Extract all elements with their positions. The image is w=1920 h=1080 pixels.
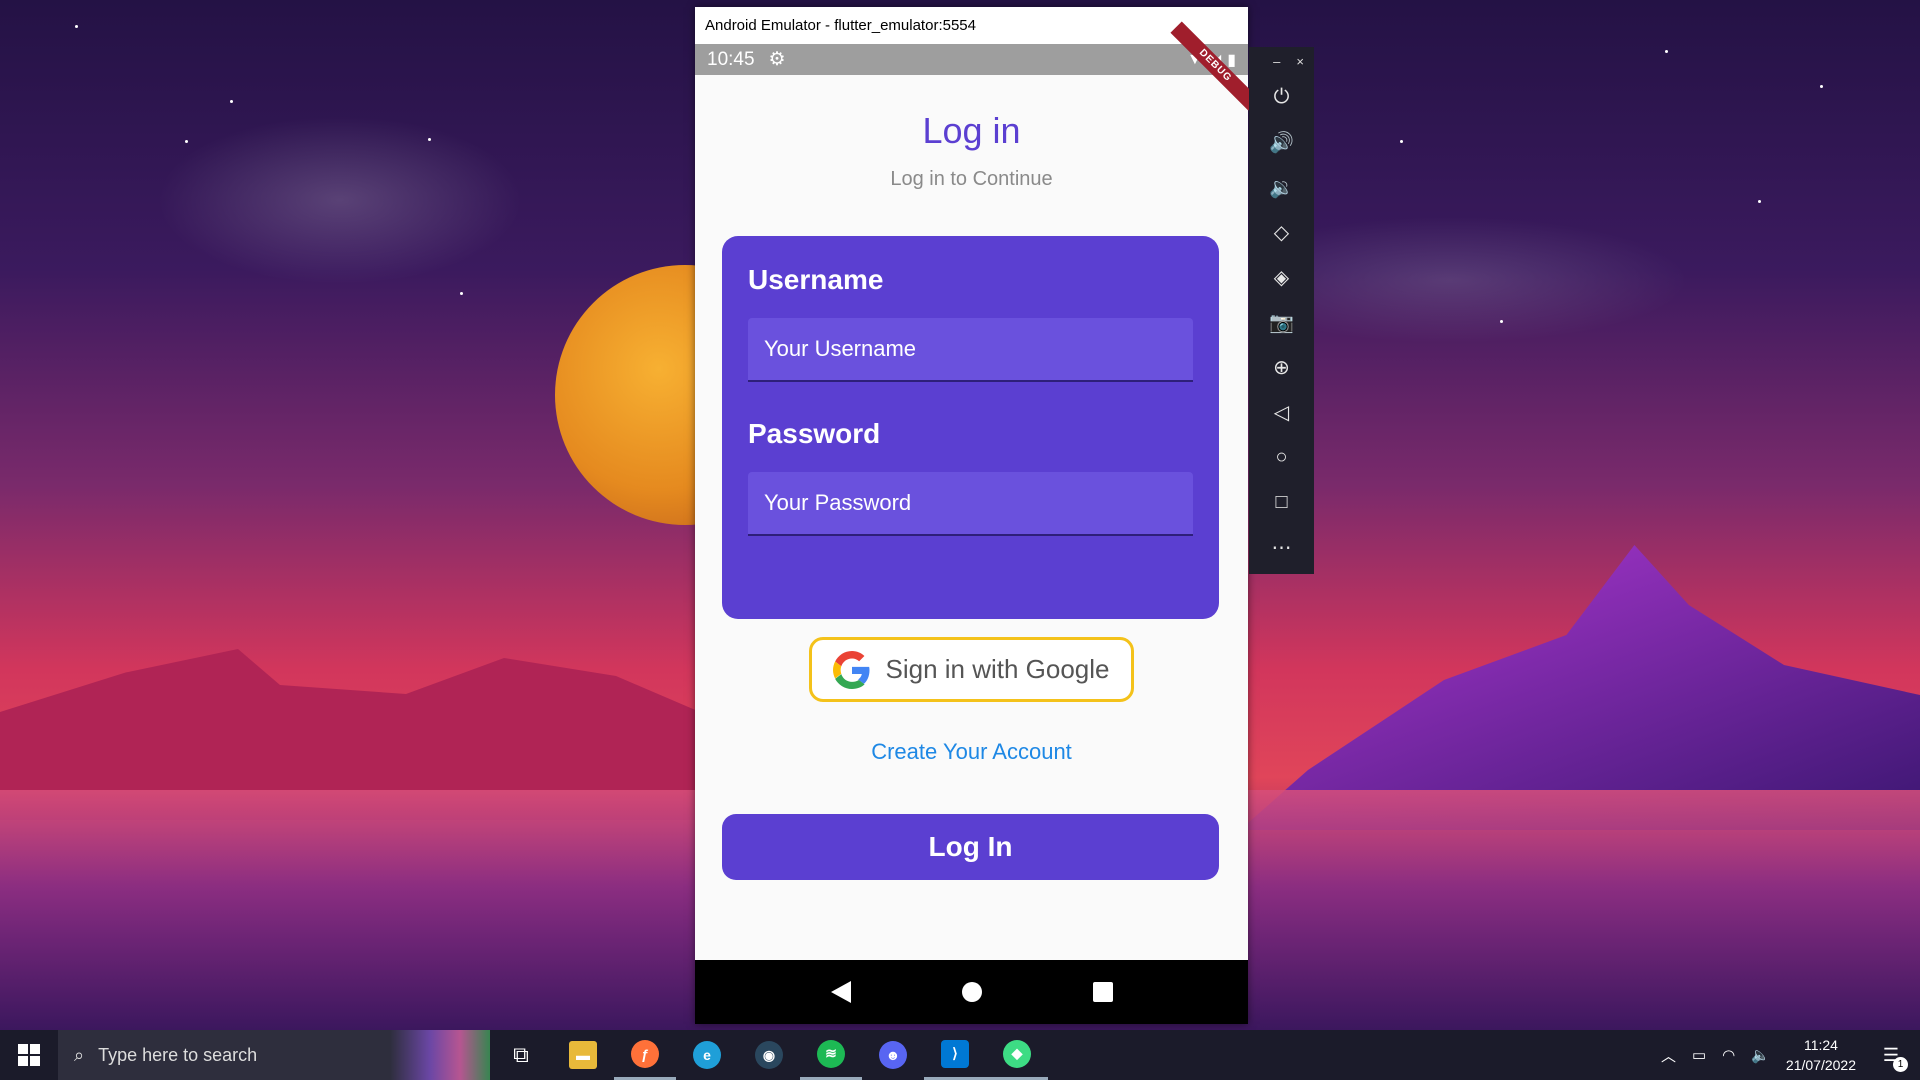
- page-title: Log in: [922, 110, 1021, 151]
- username-label: Username: [748, 264, 884, 295]
- task-view-icon[interactable]: ⧉: [490, 1030, 552, 1080]
- taskbar-search[interactable]: ⌕ Type here to search: [58, 1030, 490, 1080]
- zoom-icon[interactable]: ⊕: [1262, 345, 1302, 390]
- more-icon[interactable]: ⋯: [1262, 525, 1302, 570]
- vscode-icon[interactable]: ⟩: [924, 1030, 986, 1080]
- wifi-icon[interactable]: ◠: [1722, 1046, 1735, 1064]
- windows-icon: [18, 1044, 40, 1066]
- steam-icon[interactable]: ◉: [738, 1030, 800, 1080]
- create-account-link[interactable]: Create Your Account: [695, 739, 1248, 765]
- notification-badge: 1: [1893, 1057, 1908, 1072]
- battery-icon[interactable]: ▭: [1692, 1046, 1706, 1064]
- overview-icon[interactable]: □: [1262, 480, 1302, 525]
- nav-home-icon[interactable]: [961, 982, 982, 1002]
- power-icon[interactable]: ⏻: [1262, 75, 1302, 120]
- star: [230, 100, 233, 103]
- close-icon[interactable]: ×: [1296, 54, 1304, 69]
- file-explorer-icon[interactable]: ▬: [552, 1030, 614, 1080]
- nav-recents-icon[interactable]: [1092, 982, 1113, 1002]
- firefox-icon[interactable]: ƒ: [614, 1030, 676, 1080]
- phone-screen: 10:45 ⚙ ▼ ◢ ▮ DEBUG Log in Log in to Con…: [695, 21, 1260, 1024]
- chevron-up-icon[interactable]: ︿: [1661, 1045, 1676, 1066]
- nav-back-icon[interactable]: [830, 981, 851, 1003]
- notification-center-icon[interactable]: ☰ 1: [1872, 1036, 1910, 1074]
- speaker-icon[interactable]: 🔈: [1751, 1046, 1770, 1064]
- star: [1500, 320, 1503, 323]
- volume-up-icon[interactable]: 🔊: [1262, 120, 1302, 165]
- wallpaper-mountain-right: [1240, 545, 1920, 830]
- star: [460, 292, 463, 295]
- android-nav-bar: [695, 960, 1248, 1024]
- minimize-icon[interactable]: –: [1273, 54, 1280, 69]
- status-bar: 10:45 ⚙ ▼ ◢ ▮: [695, 44, 1248, 75]
- edge-icon[interactable]: e: [676, 1030, 738, 1080]
- password-input[interactable]: Your Password: [748, 472, 1193, 536]
- google-signin-label: Sign in with Google: [885, 654, 1110, 684]
- search-highlight-art: [390, 1030, 490, 1080]
- windows-taskbar: ⌕ Type here to search ⧉ ▬ ƒ e ◉ ≋ ☻ ⟩ ◆ …: [0, 1030, 1920, 1080]
- login-form-card: Username Your Username Password Your Pas…: [722, 236, 1219, 619]
- volume-down-icon[interactable]: 🔉: [1262, 165, 1302, 210]
- taskbar-clock[interactable]: 11:24 21/07/2022: [1786, 1035, 1856, 1075]
- search-placeholder: Type here to search: [98, 1044, 258, 1065]
- settings-icon: ⚙: [768, 49, 786, 70]
- password-label: Password: [748, 418, 881, 449]
- back-icon[interactable]: ◁: [1262, 390, 1302, 435]
- clock-time: 11:24: [1803, 1037, 1838, 1053]
- android-studio-icon[interactable]: ◆: [986, 1030, 1048, 1080]
- rotate-left-icon[interactable]: ◇: [1262, 210, 1302, 255]
- google-icon: [833, 650, 870, 689]
- star: [1665, 50, 1668, 53]
- spotify-icon[interactable]: ≋: [800, 1030, 862, 1080]
- page-subtitle: Log in to Continue: [890, 168, 1053, 190]
- status-time: 10:45: [707, 48, 755, 70]
- username-input[interactable]: Your Username: [748, 318, 1193, 382]
- rotate-right-icon[interactable]: ◈: [1262, 255, 1302, 300]
- star: [185, 140, 188, 143]
- star: [428, 138, 431, 141]
- emulator-title: Android Emulator - flutter_emulator:5554: [705, 17, 976, 34]
- emulator-window: Android Emulator - flutter_emulator:5554…: [695, 7, 1260, 1024]
- star: [1820, 85, 1823, 88]
- search-icon: ⌕: [74, 1044, 85, 1065]
- system-tray: ︿ ▭ ◠ 🔈 11:24 21/07/2022 ☰ 1: [1661, 1035, 1920, 1075]
- google-signin-button[interactable]: Sign in with Google: [809, 637, 1134, 702]
- star: [1758, 200, 1761, 203]
- star: [75, 25, 78, 28]
- home-icon[interactable]: ○: [1262, 435, 1302, 480]
- emulator-titlebar[interactable]: Android Emulator - flutter_emulator:5554: [695, 7, 1248, 44]
- star: [1400, 140, 1403, 143]
- discord-icon[interactable]: ☻: [862, 1030, 924, 1080]
- battery-icon: ▮: [1227, 51, 1236, 69]
- start-button[interactable]: [0, 1030, 58, 1080]
- emulator-side-toolbar: – × ⏻ 🔊 🔉 ◇ ◈ 📷 ⊕ ◁ ○ □ ⋯: [1249, 47, 1314, 574]
- toolbar-window-controls: – ×: [1249, 47, 1314, 75]
- login-button[interactable]: Log In: [722, 814, 1219, 880]
- clock-date: 21/07/2022: [1785, 1057, 1856, 1073]
- camera-icon[interactable]: 📷: [1262, 300, 1302, 345]
